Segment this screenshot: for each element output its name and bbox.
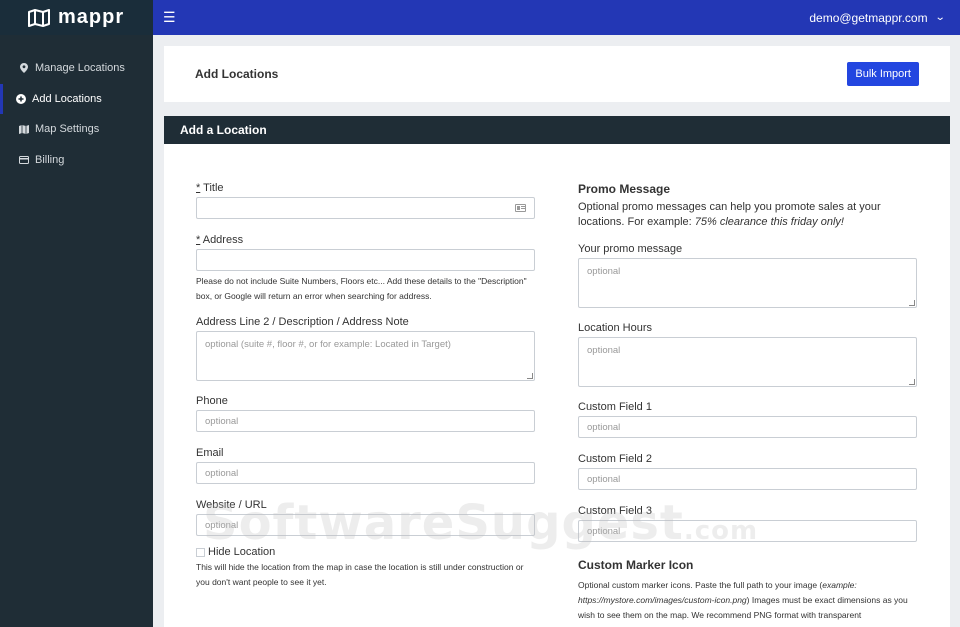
sidebar-item-label: Manage Locations: [35, 62, 125, 75]
hamburger-menu-icon[interactable]: ☰: [163, 9, 176, 26]
add-location-form: Add a Location * Title * Address Please …: [164, 116, 950, 627]
website-label: Website / URL: [196, 499, 267, 511]
hide-location-label[interactable]: Hide Location: [208, 546, 275, 558]
resize-handle[interactable]: [527, 373, 533, 379]
website-field-group: Website / URL optional: [196, 499, 535, 536]
hide-location-checkbox[interactable]: [196, 547, 205, 557]
hide-location-help: This will hide the location from the map…: [196, 562, 524, 587]
top-bar: mappr ☰ demo@getmappr.com ⌄: [0, 0, 960, 35]
map-icon: [19, 124, 29, 134]
contact-card-icon[interactable]: [515, 204, 526, 212]
title-input[interactable]: [196, 197, 535, 219]
custom1-field-group: Custom Field 1 optional: [578, 401, 917, 438]
marker-section: Custom Marker Icon Optional custom marke…: [578, 558, 917, 623]
sidebar-item-label: Billing: [35, 153, 65, 166]
address-label: * Address: [196, 234, 244, 246]
map-pin-icon: [19, 63, 29, 74]
sidebar-item-billing[interactable]: Billing: [0, 145, 153, 176]
address2-field-group: Address Line 2 / Description / Address N…: [196, 316, 535, 381]
custom2-label: Custom Field 2: [578, 453, 652, 465]
marker-description: Optional custom marker icons. Paste the …: [578, 580, 908, 620]
custom3-input[interactable]: optional: [578, 520, 917, 542]
email-field-group: Email optional: [196, 447, 535, 484]
sidebar-item-map-settings[interactable]: Map Settings: [0, 114, 153, 145]
hours-textarea[interactable]: optional: [578, 337, 917, 387]
marker-title: Custom Marker Icon: [578, 558, 694, 572]
sidebar-item-add-locations[interactable]: Add Locations: [0, 83, 153, 114]
phone-field-group: Phone optional: [196, 395, 535, 432]
resize-handle[interactable]: [909, 379, 915, 385]
website-input[interactable]: optional: [196, 514, 535, 536]
sidebar-item-label: Add Locations: [32, 92, 102, 105]
user-email: demo@getmappr.com: [809, 10, 928, 25]
address-help-text: Please do not include Suite Numbers, Flo…: [196, 276, 527, 301]
email-input[interactable]: optional: [196, 462, 535, 484]
folded-map-icon: [28, 8, 50, 27]
top-nav: ☰ demo@getmappr.com ⌄: [153, 0, 960, 35]
hours-label: Location Hours: [578, 322, 652, 334]
user-menu[interactable]: demo@getmappr.com ⌄: [809, 10, 946, 25]
credit-card-icon: [19, 155, 29, 165]
chevron-down-icon: ⌄: [934, 12, 946, 23]
address2-label: Address Line 2 / Description / Address N…: [196, 316, 409, 328]
plus-circle-icon: [16, 93, 26, 104]
hide-location-group: Hide Location This will hide the locatio…: [196, 546, 535, 590]
address-field-group: * Address Please do not include Suite Nu…: [196, 234, 535, 304]
email-label: Email: [196, 447, 224, 459]
brand-name: mappr: [58, 6, 125, 28]
hide-location-row: Hide Location: [196, 546, 535, 558]
custom3-label: Custom Field 3: [578, 505, 652, 517]
title-label: * Title: [196, 182, 224, 194]
promo-title: Promo Message: [578, 182, 671, 196]
custom2-input[interactable]: optional: [578, 468, 917, 490]
promo-description: Optional promo messages can help you pro…: [578, 201, 881, 228]
phone-input[interactable]: optional: [196, 410, 535, 432]
sidebar-item-label: Map Settings: [35, 123, 100, 136]
brand-logo[interactable]: mappr: [0, 0, 153, 35]
promo-textarea[interactable]: optional: [578, 258, 917, 308]
form-heading: Add a Location: [164, 116, 950, 144]
sidebar: Manage Locations Add Locations Map Setti…: [0, 35, 153, 627]
title-field-group: * Title: [196, 182, 535, 219]
promo-field-group: Your promo message optional: [578, 243, 917, 308]
address2-textarea[interactable]: optional (suite #, floor #, or for examp…: [196, 331, 535, 381]
resize-handle[interactable]: [909, 300, 915, 306]
page-header: Add Locations Bulk Import: [164, 46, 950, 102]
promo-label: Your promo message: [578, 243, 683, 255]
page-title: Add Locations: [195, 67, 279, 81]
bulk-import-button[interactable]: Bulk Import: [847, 62, 919, 86]
hours-field-group: Location Hours optional: [578, 322, 917, 387]
sidebar-item-manage-locations[interactable]: Manage Locations: [0, 53, 153, 84]
custom1-input[interactable]: optional: [578, 416, 917, 438]
address-input[interactable]: [196, 249, 535, 271]
custom3-field-group: Custom Field 3 optional: [578, 505, 917, 542]
phone-label: Phone: [196, 395, 228, 407]
custom2-field-group: Custom Field 2 optional: [578, 453, 917, 490]
custom1-label: Custom Field 1: [578, 401, 652, 413]
promo-section: Promo Message Optional promo messages ca…: [578, 182, 917, 230]
